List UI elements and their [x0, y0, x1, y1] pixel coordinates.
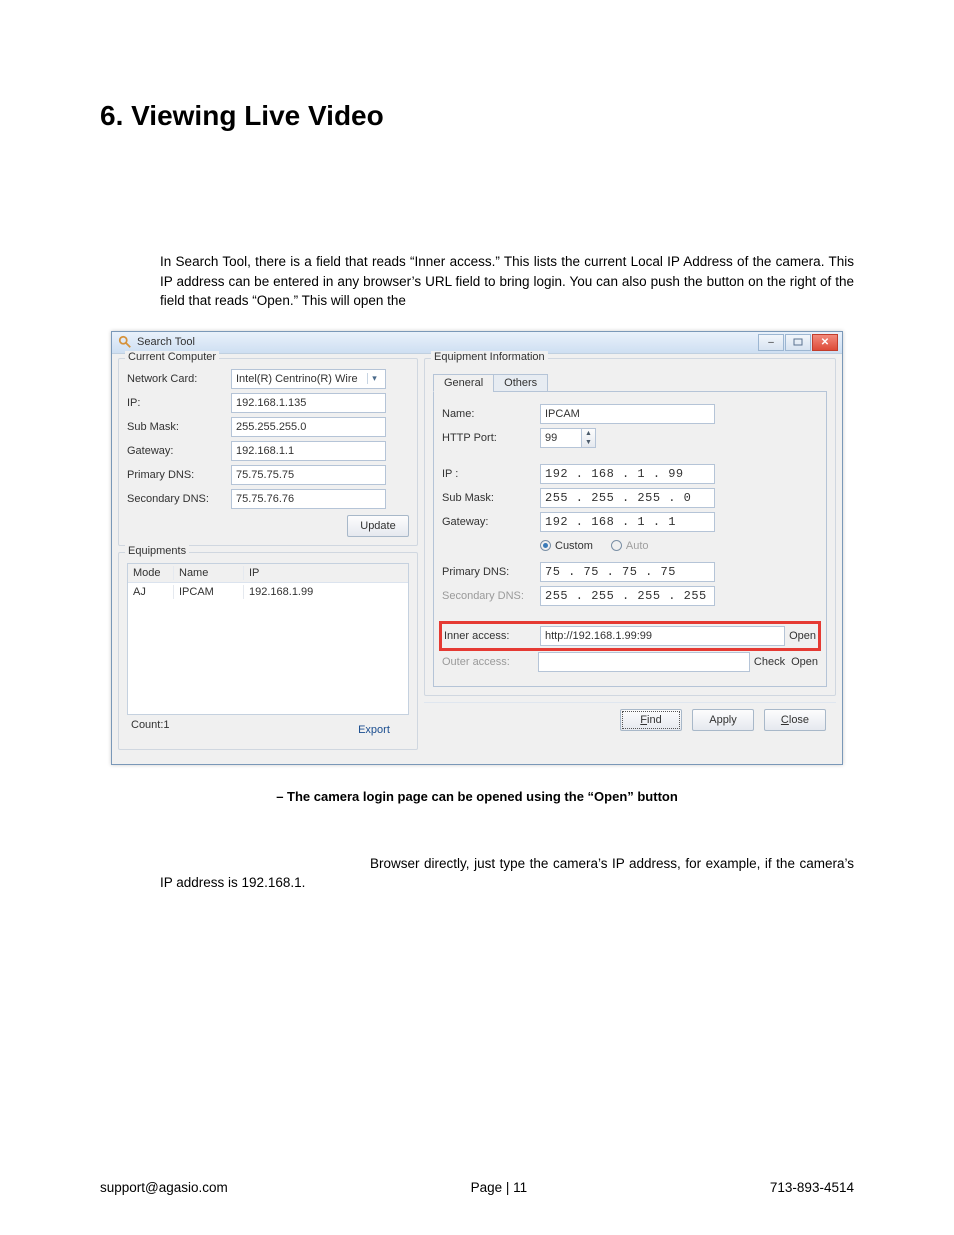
chevron-up-icon[interactable]: ▲: [582, 429, 595, 438]
eq-mask-field[interactable]: 255 . 255 . 255 . 0: [540, 488, 715, 508]
outer-access-field[interactable]: [538, 652, 750, 672]
eq-pdns-field[interactable]: 75 . 75 . 75 . 75: [540, 562, 715, 582]
radio-custom[interactable]: Custom: [540, 540, 593, 552]
nic-select[interactable]: Intel(R) Centrino(R) Wire ▾: [231, 369, 386, 389]
radio-custom-label: Custom: [555, 540, 593, 552]
radio-auto-label: Auto: [626, 540, 649, 552]
export-button[interactable]: Export: [343, 719, 405, 741]
label-ip: IP:: [127, 397, 231, 409]
footer-email: support@agasio.com: [100, 1180, 228, 1195]
port-value[interactable]: 99: [540, 428, 582, 448]
nic-value: Intel(R) Centrino(R) Wire: [236, 373, 358, 385]
outer-check-button[interactable]: Check: [754, 656, 785, 668]
footer-phone: 713-893-4514: [770, 1180, 854, 1195]
ip-field[interactable]: 192.168.1.135: [231, 393, 386, 413]
tab-panel-general: Name:IPCAM HTTP Port: 99 ▲▼ IP :192 . 16…: [433, 391, 827, 687]
label-pdns: Primary DNS:: [127, 469, 231, 481]
group-title-current-computer: Current Computer: [125, 351, 219, 363]
table-row[interactable]: AJ IPCAM 192.168.1.99: [128, 583, 408, 601]
col-ip[interactable]: IP: [244, 566, 408, 580]
cell-name: IPCAM: [174, 585, 244, 599]
col-name[interactable]: Name: [174, 566, 244, 580]
app-icon: [118, 335, 132, 349]
page-heading: 6. Viewing Live Video: [100, 100, 854, 132]
chevron-down-icon[interactable]: ▼: [582, 438, 595, 447]
chevron-down-icon: ▾: [367, 373, 381, 384]
pdns-field[interactable]: 75.75.75.75: [231, 465, 386, 485]
search-tool-window: Search Tool – ✕ Current Computer Network…: [111, 331, 843, 765]
inner-access-row: Inner access: http://192.168.1.99:99 Ope…: [442, 624, 818, 648]
equipments-table[interactable]: Mode Name IP AJ IPCAM 192.168.1.99: [127, 563, 409, 715]
col-mode[interactable]: Mode: [128, 566, 174, 580]
inner-open-button[interactable]: Open: [789, 630, 816, 642]
apply-button[interactable]: Apply: [692, 709, 754, 731]
equipment-info-group: Equipment Information General Others Nam…: [424, 358, 836, 696]
footer-page: Page | 11: [471, 1180, 528, 1195]
count-label: Count:1: [131, 719, 170, 741]
mask-field[interactable]: 255.255.255.0: [231, 417, 386, 437]
inner-access-field[interactable]: http://192.168.1.99:99: [540, 626, 785, 646]
port-spinner[interactable]: 99 ▲▼: [540, 428, 596, 448]
label-gw: Gateway:: [127, 445, 231, 457]
name-field[interactable]: IPCAM: [540, 404, 715, 424]
trailing-paragraph: Browser directly, just type the camera’s…: [100, 854, 854, 893]
label-eq-mask: Sub Mask:: [442, 492, 540, 504]
label-eq-gw: Gateway:: [442, 516, 540, 528]
label-eq-ip: IP :: [442, 468, 540, 480]
window-title: Search Tool: [137, 336, 757, 348]
outer-open-button[interactable]: Open: [791, 656, 818, 668]
find-button[interactable]: Find: [620, 709, 682, 731]
label-port: HTTP Port:: [442, 432, 540, 444]
table-header: Mode Name IP: [128, 564, 408, 583]
close-dialog-button[interactable]: Close: [764, 709, 826, 731]
figure-caption: – The camera login page can be opened us…: [100, 789, 854, 804]
spinner-buttons[interactable]: ▲▼: [582, 428, 596, 448]
cell-ip: 192.168.1.99: [244, 585, 408, 599]
maximize-button[interactable]: [785, 334, 811, 351]
label-sdns: Secondary DNS:: [127, 493, 231, 505]
cell-mode: AJ: [128, 585, 174, 599]
label-eq-sdns: Secondary DNS:: [442, 590, 540, 602]
label-name: Name:: [442, 408, 540, 420]
eq-ip-field[interactable]: 192 . 168 . 1 . 99: [540, 464, 715, 484]
tab-general[interactable]: General: [433, 374, 494, 392]
gw-field[interactable]: 192.168.1.1: [231, 441, 386, 461]
radio-auto[interactable]: Auto: [611, 540, 649, 552]
equipments-group: Equipments Mode Name IP AJ IPCAM 192.168…: [118, 552, 418, 750]
label-nic: Network Card:: [127, 373, 231, 385]
outer-access-row: Outer access: Check Open: [442, 652, 818, 672]
close-button[interactable]: ✕: [812, 334, 838, 351]
label-eq-pdns: Primary DNS:: [442, 566, 540, 578]
label-mask: Sub Mask:: [127, 421, 231, 433]
page-footer: support@agasio.com Page | 11 713-893-451…: [100, 1180, 854, 1195]
find-label: ind: [647, 714, 662, 726]
update-button[interactable]: Update: [347, 515, 409, 537]
intro-paragraph: In Search Tool, there is a field that re…: [100, 252, 854, 311]
eq-sdns-field[interactable]: 255 . 255 . 255 . 255: [540, 586, 715, 606]
label-inner-access: Inner access:: [444, 630, 536, 642]
group-title-equipments: Equipments: [125, 545, 189, 557]
eq-gw-field[interactable]: 192 . 168 . 1 . 1: [540, 512, 715, 532]
tab-others[interactable]: Others: [493, 374, 548, 392]
group-title-equipment-info: Equipment Information: [431, 351, 548, 363]
label-outer-access: Outer access:: [442, 656, 534, 668]
minimize-button[interactable]: –: [758, 334, 784, 351]
sdns-field[interactable]: 75.75.76.76: [231, 489, 386, 509]
current-computer-group: Current Computer Network Card: Intel(R) …: [118, 358, 418, 546]
